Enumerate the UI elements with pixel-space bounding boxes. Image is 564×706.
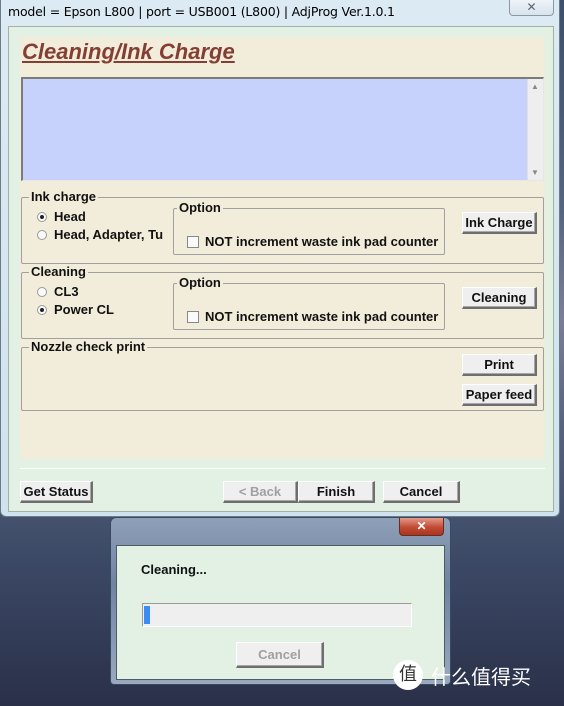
cleaning-group: Cleaning CL3 Power CL Option NOT increme… xyxy=(21,264,544,339)
finish-button[interactable]: Finish xyxy=(298,481,375,503)
checkbox-label: NOT increment waste ink pad counter xyxy=(205,309,439,324)
radio-button[interactable] xyxy=(37,229,47,240)
close-icon: ✕ xyxy=(416,519,427,533)
scroll-down-icon[interactable]: ▼ xyxy=(531,168,539,177)
footer-divider xyxy=(20,468,545,469)
radio-power-cl[interactable]: Power CL xyxy=(37,302,114,317)
radio-label: Power CL xyxy=(54,302,114,317)
get-status-button[interactable]: Get Status xyxy=(20,481,93,503)
checkbox[interactable] xyxy=(187,310,199,323)
checkbox-label: NOT increment waste ink pad counter xyxy=(205,234,439,249)
close-icon: ✕ xyxy=(526,0,537,14)
radio-label: Head, Adapter, Tu xyxy=(54,227,164,242)
ink-charge-group-label: Ink charge xyxy=(29,189,99,204)
watermark-logo-icon: 值 xyxy=(393,660,423,690)
option-label: Option xyxy=(177,200,223,215)
page-title: Cleaning/Ink Charge xyxy=(22,39,235,64)
main-window: model = Epson L800 | port = USB001 (L800… xyxy=(0,0,560,517)
cleaning-button[interactable]: Cleaning xyxy=(462,287,537,309)
checkbox[interactable] xyxy=(187,235,199,248)
radio-head[interactable]: Head xyxy=(37,209,86,224)
nozzle-check-group: Nozzle check print Print Paper feed xyxy=(21,339,544,411)
dialog-cancel-button[interactable]: Cancel xyxy=(236,642,324,668)
dialog-message: Cleaning... xyxy=(141,562,207,577)
radio-button[interactable] xyxy=(37,211,47,222)
radio-button[interactable] xyxy=(37,286,47,297)
ink-charge-option-box: Option NOT increment waste ink pad count… xyxy=(173,200,445,255)
radio-button[interactable] xyxy=(37,304,47,315)
cleaning-option-box: Option NOT increment waste ink pad count… xyxy=(173,275,445,330)
nozzle-check-group-label: Nozzle check print xyxy=(29,339,148,354)
print-button[interactable]: Print xyxy=(462,354,537,376)
option-label: Option xyxy=(177,275,223,290)
radio-label: Head xyxy=(54,209,86,224)
window-title: model = Epson L800 | port = USB001 (L800… xyxy=(8,4,395,19)
ink-charge-not-increment-checkbox[interactable]: NOT increment waste ink pad counter xyxy=(187,234,441,249)
log-scrollbar[interactable]: ▲ ▼ xyxy=(527,79,543,180)
radio-head-adapter[interactable]: Head, Adapter, Tu xyxy=(37,227,163,242)
cancel-button[interactable]: Cancel xyxy=(383,481,460,503)
content-panel: Cleaning/Ink Charge ▲ ▼ Ink charge Head … xyxy=(20,37,545,459)
progress-fill xyxy=(144,606,150,624)
dialog-close-button[interactable]: ✕ xyxy=(399,518,444,536)
progress-bar xyxy=(142,603,412,627)
back-button[interactable]: < Back xyxy=(223,481,298,503)
watermark-text: 什么值得买 xyxy=(431,664,531,689)
window-client: Cleaning/Ink Charge ▲ ▼ Ink charge Head … xyxy=(8,26,554,512)
paper-feed-button[interactable]: Paper feed xyxy=(462,384,537,406)
scroll-up-icon[interactable]: ▲ xyxy=(531,82,539,91)
radio-label: CL3 xyxy=(54,284,79,299)
cleaning-group-label: Cleaning xyxy=(29,264,88,279)
radio-cl3[interactable]: CL3 xyxy=(37,284,79,299)
log-textarea[interactable]: ▲ ▼ xyxy=(21,77,544,181)
window-close-button[interactable]: ✕ xyxy=(509,0,554,16)
watermark: 值 什么值得买 xyxy=(393,660,531,690)
ink-charge-group: Ink charge Head Head, Adapter, Tu Option… xyxy=(21,189,544,264)
ink-charge-button[interactable]: Ink Charge xyxy=(462,212,537,234)
cleaning-not-increment-checkbox[interactable]: NOT increment waste ink pad counter xyxy=(187,309,441,324)
